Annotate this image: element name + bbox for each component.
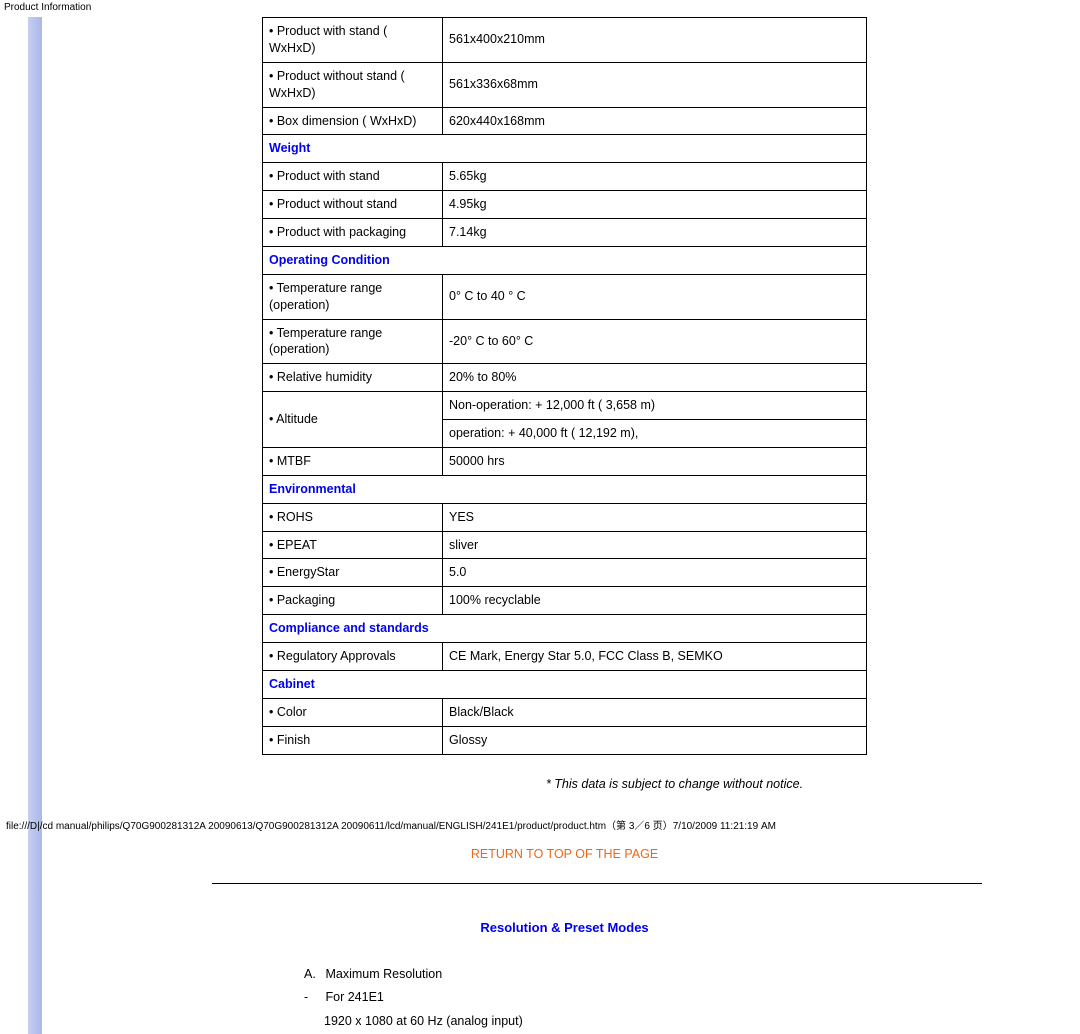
main-content: • Product with stand ( WxHxD) 561x400x21…: [42, 17, 1080, 1034]
resolution-value: 1920 x 1080 at 60 Hz (analog input): [304, 1010, 1080, 1034]
spec-label: • Box dimension ( WxHxD): [263, 107, 443, 135]
spec-value: Non-operation: + 12,000 ft ( 3,658 m): [443, 392, 867, 420]
section-header-compliance: Compliance and standards: [263, 615, 867, 643]
table-row: • Box dimension ( WxHxD) 620x440x168mm: [263, 107, 867, 135]
section-header-weight: Weight: [263, 135, 867, 163]
spec-value: 50000 hrs: [443, 447, 867, 475]
table-row: Weight: [263, 135, 867, 163]
spec-label: • Relative humidity: [263, 364, 443, 392]
spec-value: 561x336x68mm: [443, 62, 867, 107]
spec-value: operation: + 40,000 ft ( 12,192 m),: [443, 420, 867, 448]
left-side-band: [28, 17, 42, 1034]
spec-value: -20° C to 60° C: [443, 319, 867, 364]
spec-label: • Temperature range (operation): [263, 274, 443, 319]
spec-label: • Temperature range (operation): [263, 319, 443, 364]
table-row: • Finish Glossy: [263, 726, 867, 754]
page-wrap: • Product with stand ( WxHxD) 561x400x21…: [0, 17, 1080, 1034]
resolution-max-label: A. Maximum Resolution: [304, 963, 1080, 987]
table-row: • Relative humidity 20% to 80%: [263, 364, 867, 392]
table-row: Compliance and standards: [263, 615, 867, 643]
table-row: • EPEAT sliver: [263, 531, 867, 559]
max-resolution-label: Maximum Resolution: [325, 967, 442, 981]
notice-text: * This data is subject to change without…: [262, 777, 1080, 791]
spec-label: • Packaging: [263, 587, 443, 615]
spec-label: • Altitude: [263, 392, 443, 448]
table-row: • Product with stand 5.65kg: [263, 163, 867, 191]
table-row: • Product without stand 4.95kg: [263, 191, 867, 219]
spec-label: • Product without stand: [263, 191, 443, 219]
return-to-top-container: RETURN TO TOP OF THE PAGE: [262, 847, 867, 861]
spec-label: • ROHS: [263, 503, 443, 531]
spec-value: YES: [443, 503, 867, 531]
list-dash: -: [304, 986, 322, 1010]
table-row: • Altitude Non-operation: + 12,000 ft ( …: [263, 392, 867, 420]
table-row: • Product with packaging 7.14kg: [263, 219, 867, 247]
page-header-label: Product Information: [0, 0, 1080, 17]
table-row: • Product with stand ( WxHxD) 561x400x21…: [263, 18, 867, 63]
footer-file-path: file:///D|/cd manual/philips/Q70G9002813…: [6, 817, 776, 832]
for-model-label: For 241E1: [325, 990, 383, 1004]
table-row: Environmental: [263, 475, 867, 503]
resolution-block: A. Maximum Resolution - For 241E1 1920 x…: [304, 963, 1080, 1034]
spec-value: sliver: [443, 531, 867, 559]
table-row: Cabinet: [263, 670, 867, 698]
section-header-environmental: Environmental: [263, 475, 867, 503]
spec-value: 4.95kg: [443, 191, 867, 219]
spec-value: 0° C to 40 ° C: [443, 274, 867, 319]
spec-label: • Regulatory Approvals: [263, 643, 443, 671]
section-header-cabinet: Cabinet: [263, 670, 867, 698]
return-to-top-link[interactable]: RETURN TO TOP OF THE PAGE: [471, 847, 658, 861]
list-letter: A.: [304, 963, 322, 987]
table-row: • Temperature range (operation) -20° C t…: [263, 319, 867, 364]
spec-value: 100% recyclable: [443, 587, 867, 615]
spec-value: 5.65kg: [443, 163, 867, 191]
table-row: • Product without stand ( WxHxD) 561x336…: [263, 62, 867, 107]
horizontal-separator: [212, 883, 982, 884]
spec-label: • Product with stand ( WxHxD): [263, 18, 443, 63]
spec-label: • Product with stand: [263, 163, 443, 191]
resolution-section-title: Resolution & Preset Modes: [262, 920, 867, 935]
table-row: • MTBF 50000 hrs: [263, 447, 867, 475]
resolution-for-model: - For 241E1: [304, 986, 1080, 1010]
spec-label: • Finish: [263, 726, 443, 754]
spec-value: 5.0: [443, 559, 867, 587]
spec-label: • MTBF: [263, 447, 443, 475]
spec-value: 20% to 80%: [443, 364, 867, 392]
spec-value: 561x400x210mm: [443, 18, 867, 63]
table-row: • Regulatory Approvals CE Mark, Energy S…: [263, 643, 867, 671]
table-row: • ROHS YES: [263, 503, 867, 531]
table-row: • EnergyStar 5.0: [263, 559, 867, 587]
spec-value: Black/Black: [443, 698, 867, 726]
table-row: • Temperature range (operation) 0° C to …: [263, 274, 867, 319]
table-row: • Color Black/Black: [263, 698, 867, 726]
spec-table: • Product with stand ( WxHxD) 561x400x21…: [262, 17, 867, 755]
table-row: • Packaging 100% recyclable: [263, 587, 867, 615]
spec-label: • Product without stand ( WxHxD): [263, 62, 443, 107]
spec-label: • EnergyStar: [263, 559, 443, 587]
spec-label: • EPEAT: [263, 531, 443, 559]
spec-label: • Product with packaging: [263, 219, 443, 247]
spec-value: 620x440x168mm: [443, 107, 867, 135]
spec-value: Glossy: [443, 726, 867, 754]
spec-value: 7.14kg: [443, 219, 867, 247]
table-row: Operating Condition: [263, 246, 867, 274]
spec-value: CE Mark, Energy Star 5.0, FCC Class B, S…: [443, 643, 867, 671]
section-header-operating: Operating Condition: [263, 246, 867, 274]
spec-label: • Color: [263, 698, 443, 726]
